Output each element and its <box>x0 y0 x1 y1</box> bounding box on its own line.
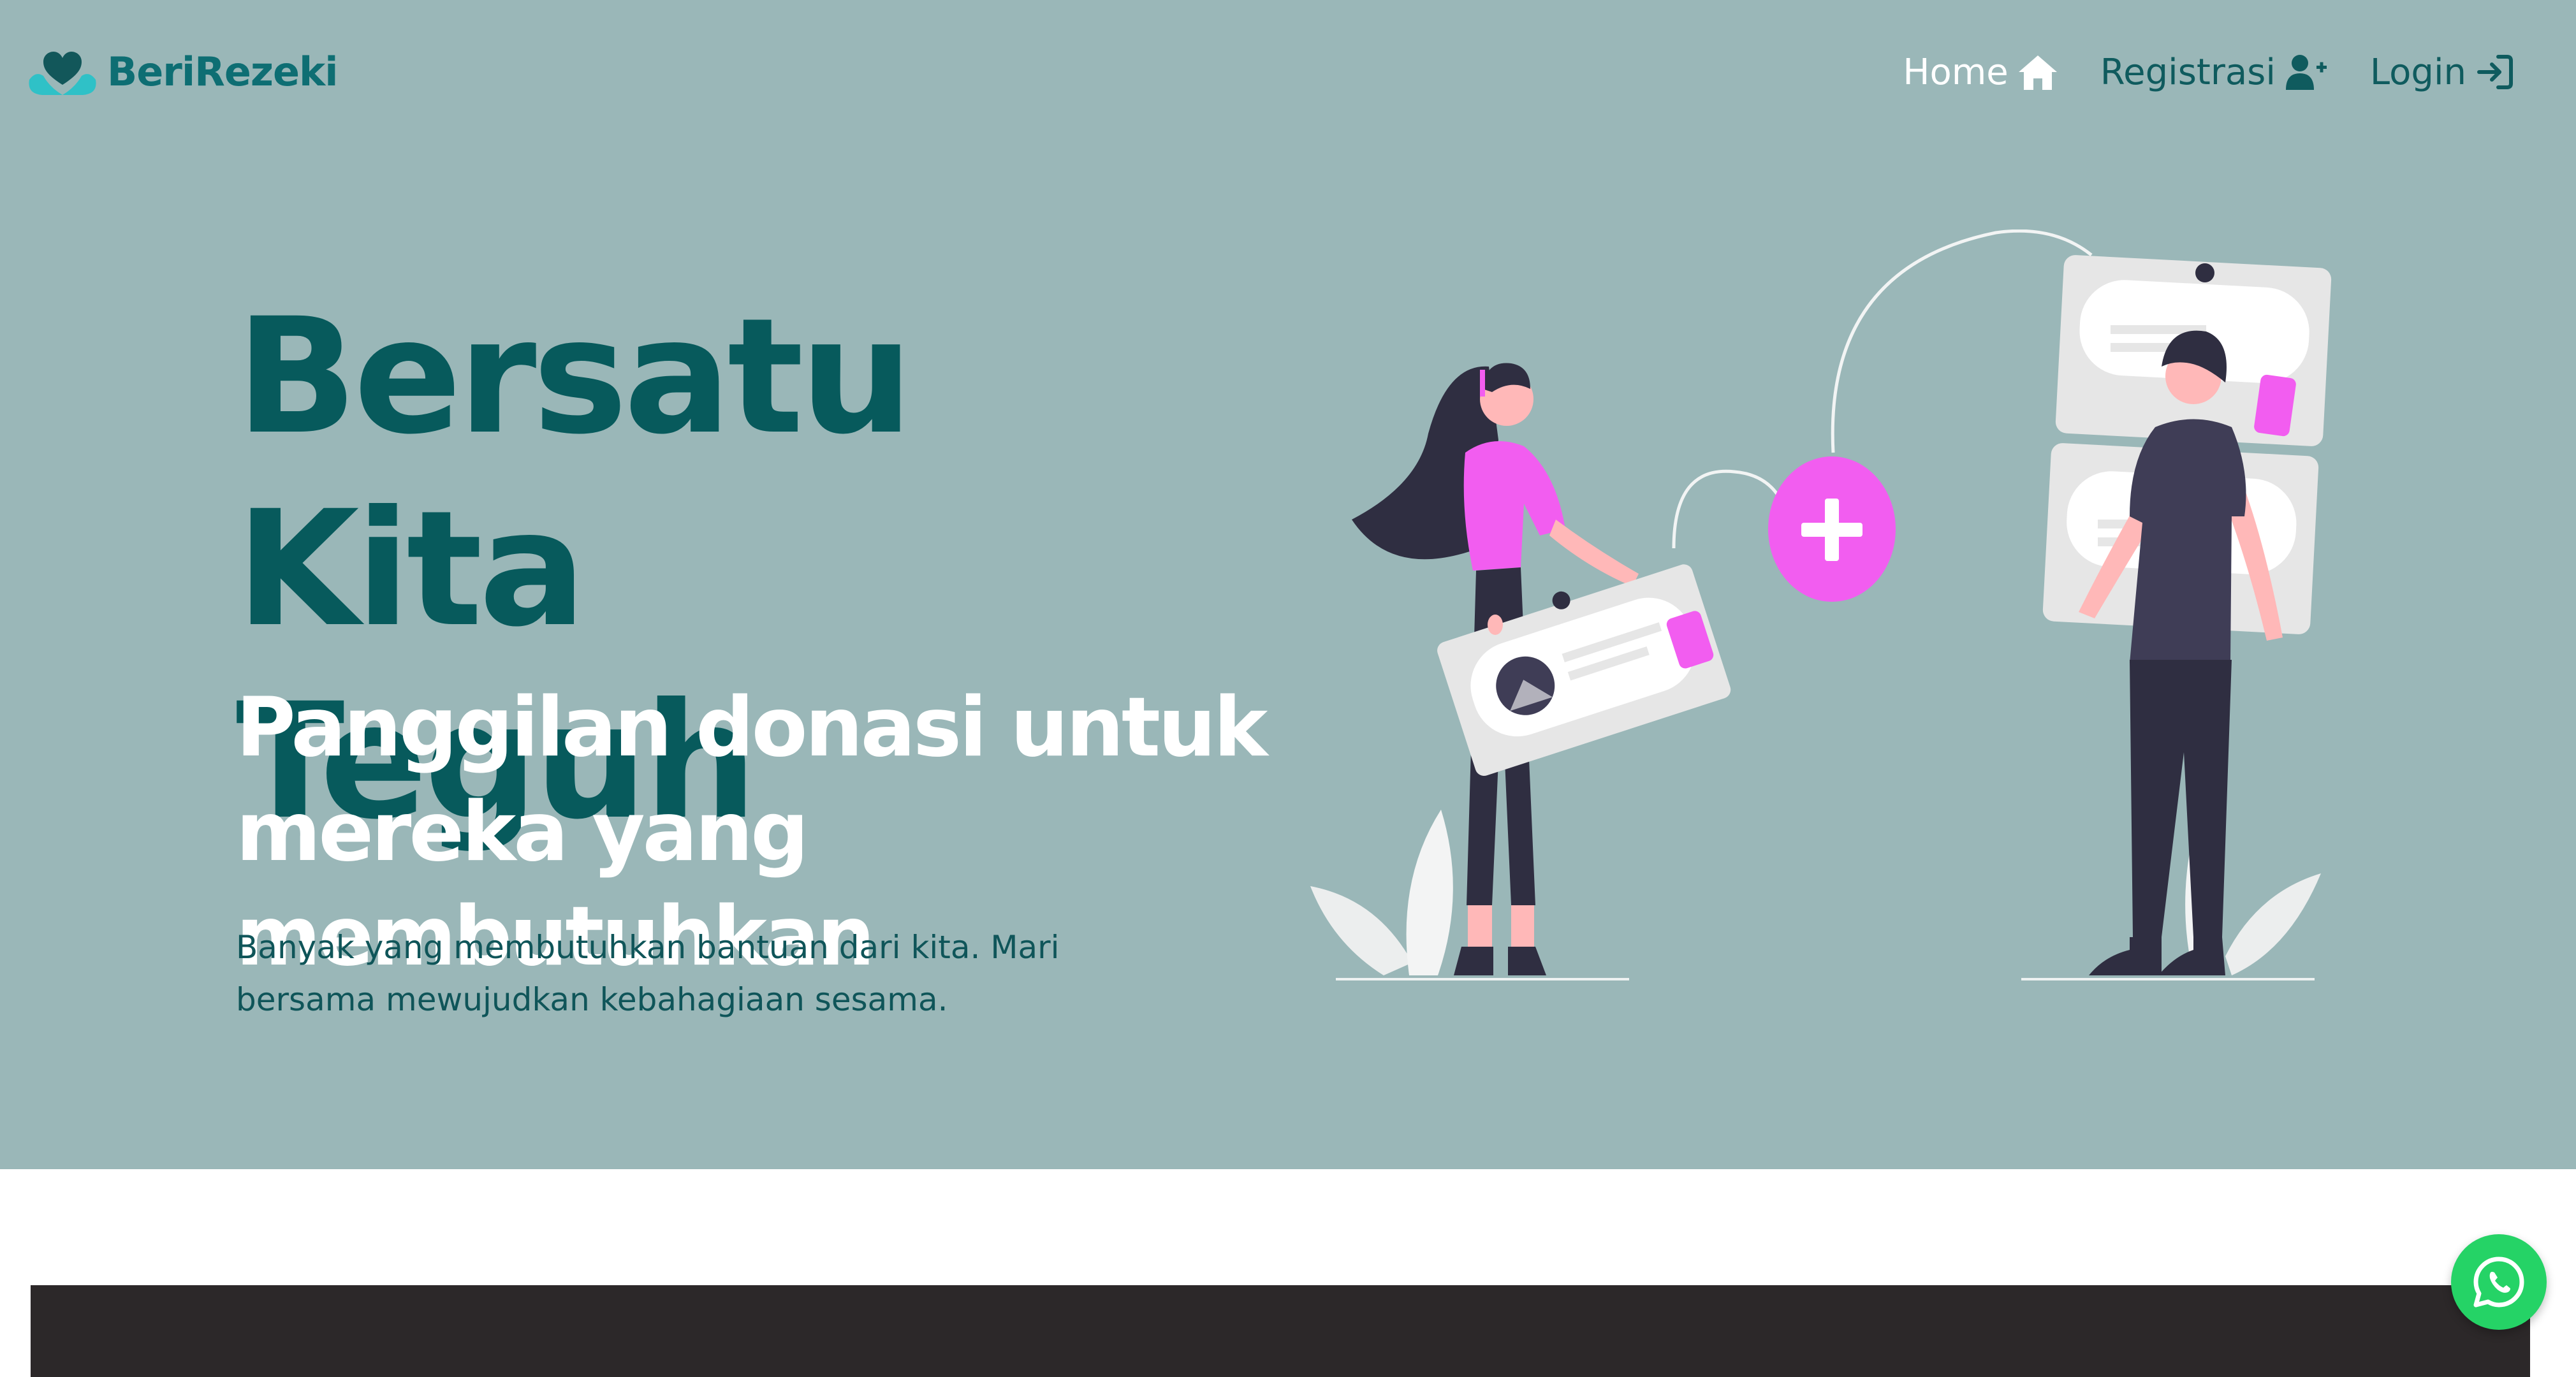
nav-login-label: Login <box>2369 51 2466 93</box>
nav-home-label: Home <box>1903 51 2009 93</box>
nav-home[interactable]: Home <box>1903 52 2058 93</box>
whatsapp-button[interactable] <box>2451 1234 2547 1330</box>
heart-hands-icon <box>29 52 96 95</box>
hero-description: Banyak yang membutuhkan bantuan dari kit… <box>236 929 1060 1018</box>
hero-subheadline-line1: Panggilan donasi untuk <box>236 680 1268 775</box>
main-nav: Home Registrasi Login <box>1903 43 2514 101</box>
nav-registrasi[interactable]: Registrasi <box>2100 52 2328 93</box>
user-plus-icon <box>2285 55 2327 90</box>
content-section-dark <box>31 1285 2530 1377</box>
login-icon <box>2477 55 2513 89</box>
hero-headline-line1: Bersatu Kita <box>236 284 913 662</box>
whatsapp-icon <box>2473 1257 2524 1308</box>
nav-login[interactable]: Login <box>2370 52 2514 93</box>
brand-logo[interactable]: BeriRezeki <box>24 40 339 103</box>
donation-illustration <box>1310 229 2332 980</box>
nav-registrasi-label: Registrasi <box>2100 51 2276 93</box>
brand-name: BeriRezeki <box>107 48 339 95</box>
hero-section: BeriRezeki Home Registrasi Login Bersatu… <box>0 0 2576 1169</box>
home-icon <box>2018 55 2057 90</box>
